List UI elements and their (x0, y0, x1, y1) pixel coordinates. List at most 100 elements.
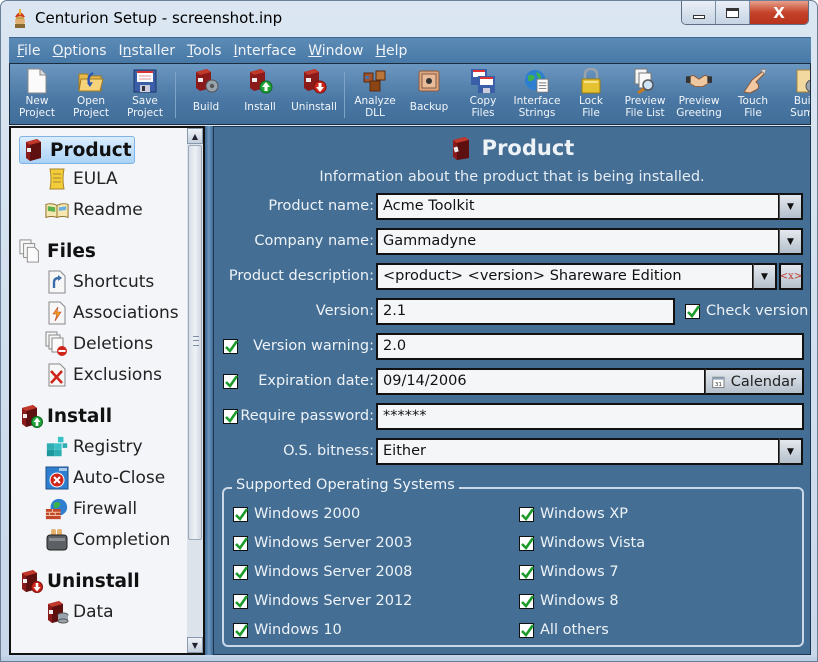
toolbar-label: Analyze (354, 95, 396, 107)
expiration-date-checkbox[interactable] (223, 374, 238, 389)
version-input[interactable]: 2.1 (376, 298, 675, 325)
toolbar-preview-file-list-button[interactable]: Preview File List (618, 64, 672, 124)
product-name-dropdown-button[interactable]: ▼ (779, 193, 803, 220)
os-checkbox-windows-8[interactable]: Windows 8 (519, 593, 619, 609)
toolbar-preview-greeting-button[interactable]: Preview Greeting (672, 64, 726, 124)
close-button[interactable]: X (750, 1, 808, 24)
toolbar-lock-file-button[interactable]: Lock File (564, 64, 618, 124)
scroll-up-button[interactable]: ▲ (187, 128, 203, 144)
install-box-icon (19, 404, 43, 428)
os-checkbox-windows-10[interactable]: Windows 10 (233, 622, 342, 638)
scroll-thumb[interactable] (188, 145, 202, 540)
tree-scrollbar[interactable]: ▲ ▼ (187, 126, 205, 655)
checkbox-box[interactable] (233, 593, 248, 609)
tree-node-auto-close[interactable]: Auto-Close (45, 466, 165, 490)
tree-node-files[interactable]: Files (19, 239, 96, 263)
checkbox-box[interactable] (233, 506, 248, 522)
supported-os-legend: Supported Operating Systems (232, 477, 459, 493)
toolbar-interface-strings-button[interactable]: Interface Strings (510, 64, 564, 124)
version-warning-input[interactable]: 2.0 (376, 333, 804, 360)
tree-node-readme[interactable]: Readme (45, 198, 143, 222)
menu-file[interactable]: File (17, 43, 40, 59)
toolbar-label: Touch (737, 95, 769, 107)
company-name-input[interactable]: Gammadyne (376, 228, 780, 255)
tree-node-associations[interactable]: Associations (45, 301, 179, 325)
os-checkbox-windows-server-2008[interactable]: Windows Server 2008 (233, 564, 412, 580)
toolbar-new-project-button[interactable]: New Project (10, 64, 64, 124)
tree-node-data[interactable]: Data (45, 600, 114, 624)
maximize-button[interactable] (716, 1, 750, 24)
expiration-date-label: Expiration date: (258, 373, 374, 389)
os-checkbox-windows-xp[interactable]: Windows XP (519, 506, 628, 522)
version-warning-checkbox[interactable] (223, 339, 238, 354)
os-checkbox-windows-2000[interactable]: Windows 2000 (233, 506, 360, 522)
require-password-checkbox[interactable] (223, 409, 238, 424)
toolbar-copy-files-button[interactable]: Copy Files (456, 64, 510, 124)
menu-help[interactable]: Help (375, 43, 407, 59)
scroll-down-button[interactable]: ▼ (187, 637, 203, 653)
product-description-label: Product description: (228, 268, 374, 284)
product-panel: Product Information about the product th… (213, 126, 811, 655)
os-checkbox-windows-server-2012[interactable]: Windows Server 2012 (233, 593, 412, 609)
tree-node-install[interactable]: Install (19, 404, 112, 428)
tree-node-eula[interactable]: EULA (45, 167, 118, 191)
window-controls: X (681, 1, 809, 25)
version-row: Version: 2.1 Check version (214, 298, 810, 326)
toolbar-save-project-button[interactable]: Save Project (118, 64, 172, 124)
checkbox-box[interactable] (685, 303, 700, 319)
toolbar-label: Lock (579, 95, 603, 107)
company-name-dropdown-button[interactable]: ▼ (779, 228, 803, 255)
panel-splitter[interactable] (205, 126, 213, 655)
toolbar-open-project-button[interactable]: Open Project (64, 64, 118, 124)
checkbox-box[interactable] (519, 622, 534, 638)
toolbar-uninstall-button[interactable]: Uninstall (287, 64, 341, 124)
toolbar-build-button[interactable]: Build (179, 64, 233, 124)
tree-node-exclusions[interactable]: Exclusions (45, 363, 162, 387)
toolbar-build-summ-button[interactable]: BuildSumm (780, 64, 810, 124)
calendar-button[interactable]: 31 Calendar (705, 368, 804, 395)
check-version-checkbox[interactable]: Check version (685, 303, 808, 319)
insert-variable-button[interactable]: <x> (779, 263, 803, 290)
password-input[interactable]: ****** (376, 403, 804, 430)
menu-installer[interactable]: Installer (118, 43, 175, 59)
toolbar-touch-file-button[interactable]: Touch File (726, 64, 780, 124)
variable-icon: <x> (779, 271, 803, 282)
tree-node-firewall[interactable]: Firewall (45, 497, 137, 521)
tree-node-completion[interactable]: Completion (45, 528, 170, 552)
checkbox-box[interactable] (233, 535, 248, 551)
product-name-input[interactable]: Acme Toolkit (376, 193, 780, 220)
tree-node-shortcuts[interactable]: Shortcuts (45, 270, 154, 294)
product-description-dropdown-button[interactable]: ▼ (753, 263, 777, 290)
checkbox-box[interactable] (233, 564, 248, 580)
menu-interface[interactable]: Interface (234, 43, 297, 59)
os-checkbox-windows-7[interactable]: Windows 7 (519, 564, 619, 580)
minimize-button[interactable] (682, 1, 716, 24)
checkbox-box[interactable] (519, 535, 534, 551)
menu-options[interactable]: Options (52, 43, 106, 59)
toolbar-analyze-dll-button[interactable]: Analyze DLL (348, 64, 402, 124)
company-name-row: Company name: Gammadyne ▼ (214, 228, 810, 256)
checkbox-box[interactable] (233, 622, 248, 638)
menu-tools[interactable]: Tools (187, 43, 222, 59)
os-bitness-select[interactable]: Either (376, 438, 780, 465)
expiration-date-input[interactable]: 09/14/2006 (376, 368, 706, 395)
os-checkbox-all-others[interactable]: All others (519, 622, 609, 638)
tree-node-label: Readme (73, 200, 143, 220)
tree-node-deletions[interactable]: Deletions (45, 331, 153, 356)
toolbar-backup-button[interactable]: Backup (402, 64, 456, 124)
os-checkbox-windows-vista[interactable]: Windows Vista (519, 535, 645, 551)
checkbox-box[interactable] (519, 506, 534, 522)
checkbox-box[interactable] (519, 593, 534, 609)
os-checkbox-windows-server-2003[interactable]: Windows Server 2003 (233, 535, 412, 551)
checkbox-box[interactable] (519, 564, 534, 580)
toolbar-install-button[interactable]: Install (233, 64, 287, 124)
os-bitness-dropdown-button[interactable]: ▼ (779, 438, 803, 465)
toolbar-label: Backup (409, 101, 449, 113)
tree-node-uninstall[interactable]: Uninstall (19, 569, 140, 593)
menu-window[interactable]: Window (308, 43, 363, 59)
chevron-down-icon: ▼ (787, 236, 794, 247)
checkmark-icon (235, 507, 248, 521)
tree-node-registry[interactable]: Registry (45, 435, 143, 459)
tree-node-product[interactable]: Product (19, 136, 135, 164)
product-description-input[interactable]: <product> <version> Shareware Edition (376, 263, 754, 290)
